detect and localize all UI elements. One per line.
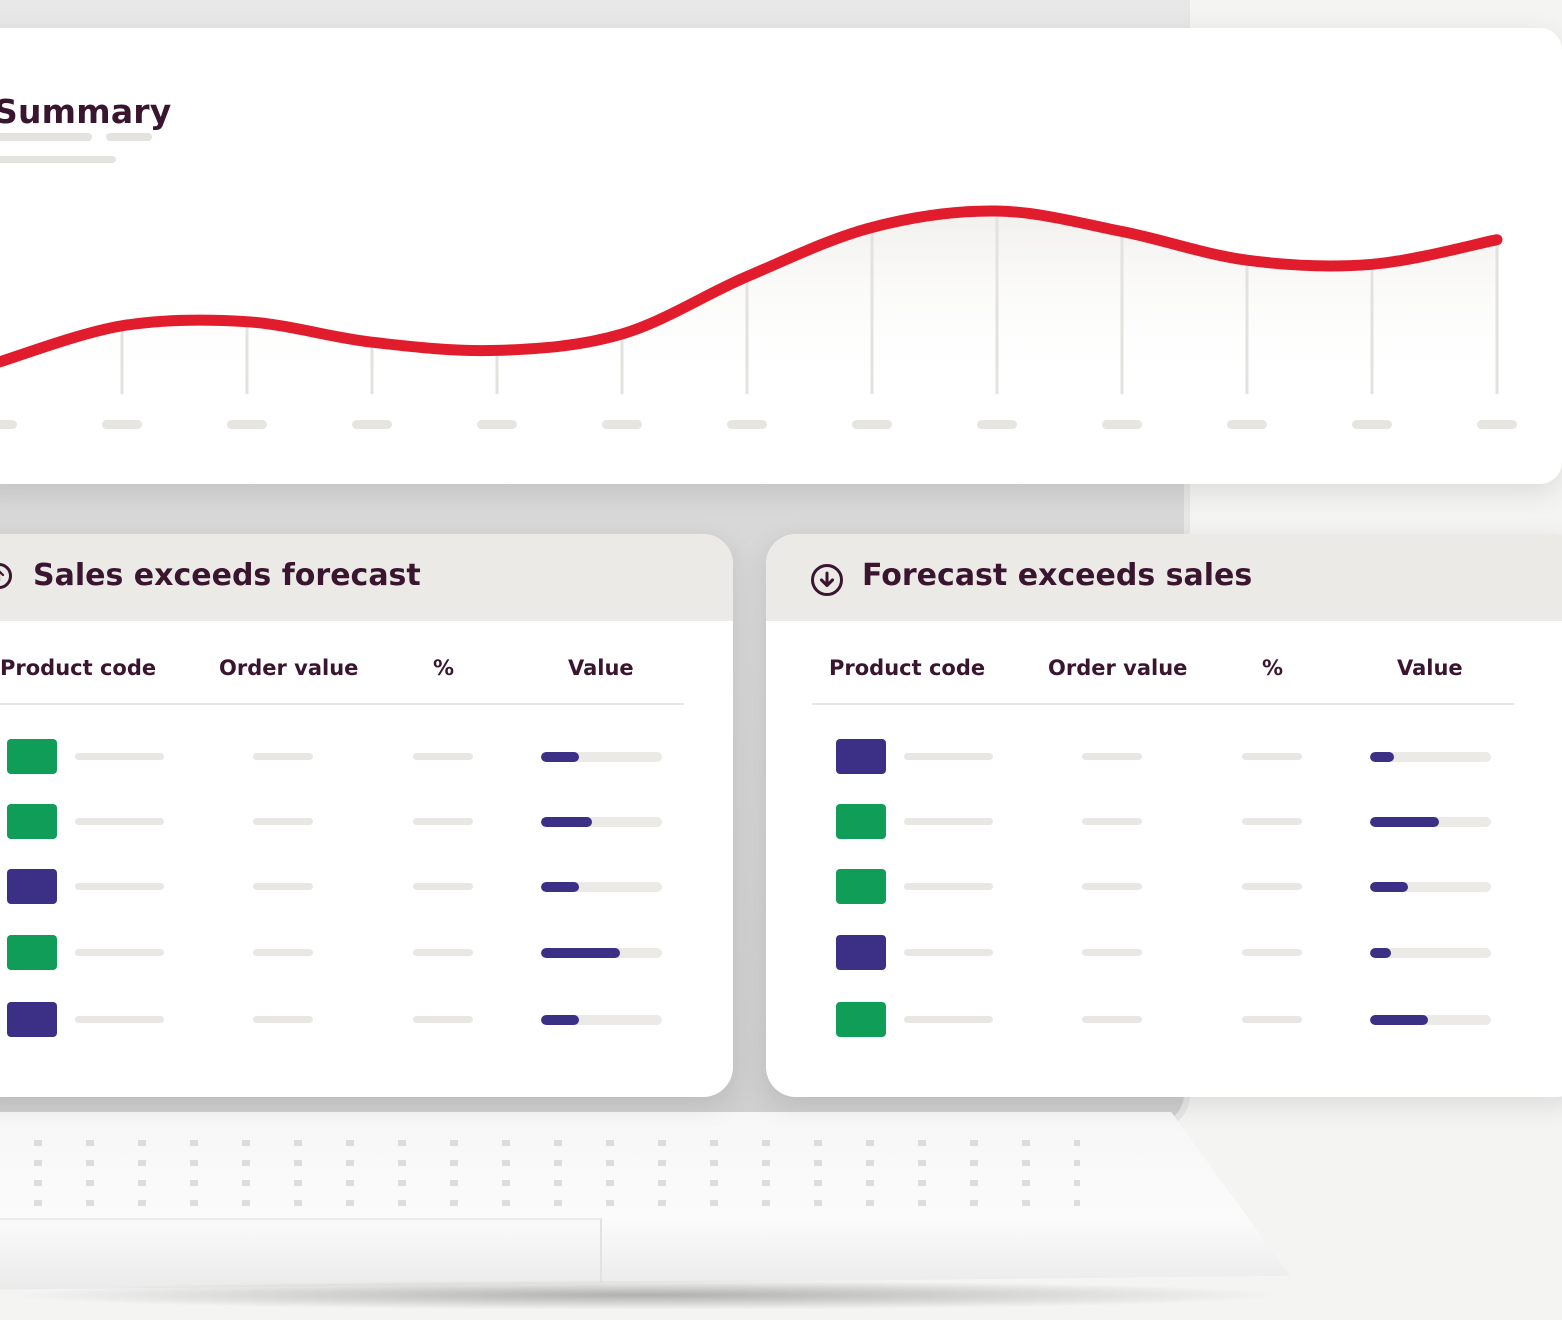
product-code-placeholder (904, 883, 993, 890)
order-value-placeholder (253, 753, 313, 760)
order-value-placeholder (1082, 753, 1142, 760)
header-divider (0, 703, 684, 705)
column-header-percent: % (1262, 656, 1284, 680)
x-tick-label-placeholder (1227, 420, 1267, 429)
sales-exceeds-forecast-card: Sales exceeds forecast (0, 534, 733, 1097)
x-tick-label-placeholder (1102, 420, 1142, 429)
product-color-swatch (836, 869, 886, 904)
x-tick-label-placeholder (477, 420, 517, 429)
column-header-percent: % (433, 656, 455, 680)
product-color-swatch (836, 739, 886, 774)
order-value-placeholder (253, 1016, 313, 1023)
product-code-placeholder (904, 753, 993, 760)
column-header-product-code: Product code (829, 656, 986, 680)
product-code-placeholder (904, 818, 993, 825)
value-bar-fill (1370, 948, 1391, 958)
product-color-swatch (836, 935, 886, 970)
value-bar-fill (1370, 1015, 1429, 1025)
header-divider (812, 703, 1514, 705)
x-tick-label-placeholder (1477, 420, 1517, 429)
laptop-keyboard (0, 1140, 1080, 1210)
circle-arrow-down-icon (811, 564, 843, 596)
x-tick-label-placeholder (102, 420, 142, 429)
x-tick-label-placeholder (0, 420, 17, 429)
x-tick-label-placeholder (602, 420, 642, 429)
percent-placeholder (413, 883, 473, 890)
x-tick-label-placeholder (227, 420, 267, 429)
percent-placeholder (413, 1016, 473, 1023)
order-value-placeholder (1082, 949, 1142, 956)
value-bar-track (541, 817, 662, 827)
percent-placeholder (413, 753, 473, 760)
value-bar-fill (541, 882, 579, 892)
percent-placeholder (1242, 883, 1302, 890)
order-value-placeholder (1082, 818, 1142, 825)
order-value-placeholder (253, 818, 313, 825)
x-tick-label-placeholder (852, 420, 892, 429)
product-color-swatch (7, 935, 57, 970)
summary-line-chart (0, 205, 1517, 429)
product-code-placeholder (75, 818, 164, 825)
x-tick-label-placeholder (352, 420, 392, 429)
percent-placeholder (413, 949, 473, 956)
percent-placeholder (1242, 753, 1302, 760)
product-color-swatch (836, 804, 886, 839)
x-tick-label-placeholder (1352, 420, 1392, 429)
value-bar-fill (1370, 882, 1408, 892)
value-bar-fill (1370, 817, 1439, 827)
percent-placeholder (1242, 949, 1302, 956)
value-bar-fill (541, 752, 579, 762)
order-value-placeholder (253, 883, 313, 890)
summary-card: Summary (0, 28, 1562, 484)
product-color-swatch (7, 804, 57, 839)
order-value-placeholder (253, 949, 313, 956)
product-code-placeholder (904, 1016, 993, 1023)
product-code-placeholder (904, 949, 993, 956)
value-bar-track (1370, 817, 1491, 827)
value-bar-fill (541, 948, 620, 958)
x-tick-label-placeholder (727, 420, 767, 429)
product-color-swatch (7, 869, 57, 904)
card-header: Forecast exceeds sales (766, 534, 1562, 621)
value-bar-track (1370, 752, 1491, 762)
column-header-value: Value (568, 656, 634, 680)
value-bar-track (1370, 948, 1491, 958)
percent-placeholder (413, 818, 473, 825)
column-header-order-value: Order value (1048, 656, 1188, 680)
percent-placeholder (1242, 1016, 1302, 1023)
product-code-placeholder (75, 1016, 164, 1023)
value-bar-track (541, 882, 662, 892)
product-code-placeholder (75, 949, 164, 956)
card-header: Sales exceeds forecast (0, 534, 733, 621)
order-value-placeholder (1082, 1016, 1142, 1023)
column-header-product-code: Product code (0, 656, 157, 680)
value-bar-track (541, 752, 662, 762)
value-bar-fill (541, 817, 592, 827)
column-header-value: Value (1397, 656, 1463, 680)
circle-arrow-up-icon (0, 563, 12, 589)
product-color-swatch (836, 1002, 886, 1037)
value-bar-track (1370, 1015, 1491, 1025)
product-code-placeholder (75, 753, 164, 760)
laptop-shadow (0, 1280, 1290, 1310)
column-header-order-value: Order value (219, 656, 359, 680)
card-title: Sales exceeds forecast (33, 558, 421, 593)
product-color-swatch (7, 1002, 57, 1037)
value-bar-fill (541, 1015, 579, 1025)
order-value-placeholder (1082, 883, 1142, 890)
value-bar-track (541, 948, 662, 958)
x-tick-label-placeholder (977, 420, 1017, 429)
product-color-swatch (7, 739, 57, 774)
product-code-placeholder (75, 883, 164, 890)
percent-placeholder (1242, 818, 1302, 825)
value-bar-track (1370, 882, 1491, 892)
value-bar-fill (1370, 752, 1395, 762)
card-title: Forecast exceeds sales (862, 558, 1253, 593)
value-bar-track (541, 1015, 662, 1025)
laptop-trackpad (0, 1218, 602, 1282)
